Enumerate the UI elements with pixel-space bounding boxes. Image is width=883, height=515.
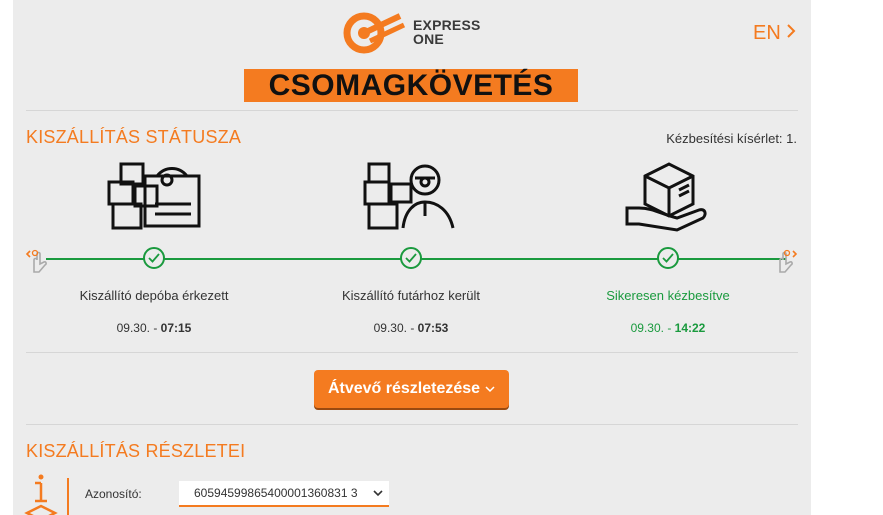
hand-pointer-right-icon — [779, 249, 798, 273]
step-1-check-icon — [143, 247, 165, 269]
language-label: EN — [753, 22, 781, 44]
step-1-hour: 07:15 — [160, 321, 192, 335]
recipient-details-label: Átvevő részletezése — [327, 380, 481, 397]
details-divider — [67, 478, 69, 515]
step-2-time: 09.30. - 07:53 — [301, 321, 521, 335]
divider — [26, 110, 798, 111]
delivery-details-title: KISZÁLLÍTÁS RÉSZLETEI — [26, 441, 246, 461]
delivered-package-hand-icon — [619, 160, 719, 232]
divider — [26, 352, 798, 353]
chevron-down-icon — [373, 481, 383, 505]
timeline-prev-button[interactable] — [25, 246, 53, 274]
logo-wordmark: EXPRESS ONE — [413, 18, 481, 46]
timeline-next-button[interactable] — [771, 246, 799, 274]
chevron-right-icon — [786, 22, 796, 45]
logo-line-2: ONE — [413, 31, 444, 47]
courier-icon — [363, 160, 463, 232]
hand-pointer-left-icon — [25, 249, 47, 273]
step-1-date: 09.30. - — [116, 321, 161, 335]
identifier-value: 60594599865400001360831 3 — [194, 486, 358, 500]
delivery-attempt-text: Kézbesítési kísérlet: 1. — [666, 131, 797, 146]
info-icon — [23, 473, 59, 515]
step-3-label: Sikeresen kézbesítve — [606, 288, 730, 303]
identifier-select[interactable]: 60594599865400001360831 3 — [179, 481, 389, 507]
express-one-logo-mark-icon — [343, 12, 406, 54]
delivery-status-title: KISZÁLLÍTÁS STÁTUSZA — [26, 127, 242, 147]
chevron-down-icon — [485, 380, 495, 397]
step-3-time: 09.30. - 14:22 — [558, 321, 778, 335]
step-2-date: 09.30. - — [373, 321, 418, 335]
logo-line-1: EXPRESS — [413, 17, 481, 33]
page-title-banner: CSOMAGKÖVETÉS — [244, 69, 578, 102]
step-3-check-icon — [657, 247, 679, 269]
step-3-hour: 14:22 — [674, 321, 706, 335]
step-1-time: 09.30. - 07:15 — [44, 321, 264, 335]
recipient-details-button[interactable]: Átvevő részletezése — [314, 370, 509, 408]
step-2-hour: 07:53 — [417, 321, 449, 335]
step-2-label: Kiszállító futárhoz került — [341, 288, 480, 303]
step-3-date: 09.30. - — [630, 321, 675, 335]
depot-building-icon — [105, 160, 205, 232]
express-one-logo: EXPRESS ONE — [342, 11, 502, 55]
identifier-label: Azonosító: — [85, 487, 142, 501]
step-2-check-icon — [400, 247, 422, 269]
language-switch[interactable]: EN — [753, 22, 796, 45]
divider — [26, 424, 798, 425]
tracking-panel: EXPRESS ONE EN CSOMAGKÖVETÉS KISZÁLLÍTÁS… — [13, 0, 811, 515]
step-1-label: Kiszállító depóba érkezett — [79, 288, 229, 303]
